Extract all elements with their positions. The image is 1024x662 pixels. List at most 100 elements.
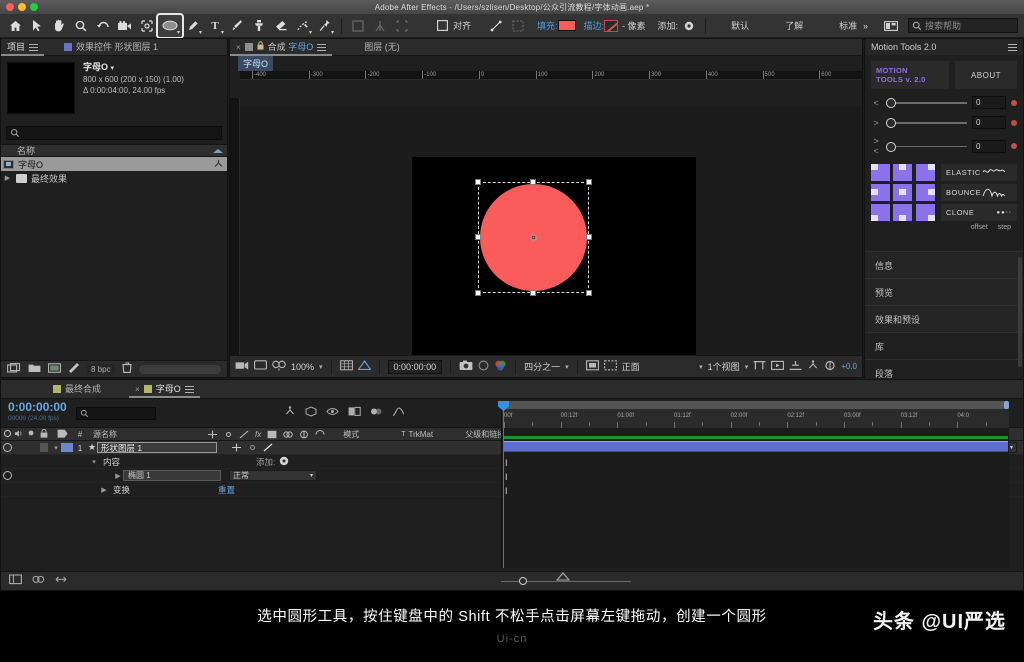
slider-out-indicator[interactable] <box>1011 120 1017 126</box>
work-area-end-handle[interactable] <box>1004 401 1009 409</box>
layer-name-input[interactable]: 形状图层 1 <box>97 442 217 453</box>
pen-tool[interactable]: ▾ <box>182 15 204 37</box>
anchor-middle-center[interactable] <box>893 184 912 201</box>
timeline-search-input[interactable] <box>76 407 156 420</box>
source-name-header[interactable]: 源名称 <box>87 429 207 440</box>
breadcrumb-comp-name[interactable]: 字母O <box>238 56 273 71</box>
timeline-transfer-controls-toggle[interactable] <box>32 572 45 590</box>
view-mode-caret-icon[interactable]: ▾ <box>699 363 703 371</box>
anchor-middle-left[interactable] <box>871 184 890 201</box>
project-item-comp[interactable]: 字母O <box>1 157 227 171</box>
layer-label-color[interactable] <box>61 443 73 452</box>
brush-tool[interactable] <box>226 15 248 37</box>
toggle-transparency-icon[interactable] <box>254 358 267 376</box>
timeline-link-icon[interactable] <box>789 358 802 376</box>
selection-tool[interactable] <box>26 15 48 37</box>
handle-top-center[interactable] <box>530 179 536 185</box>
ellipse-shape-tool[interactable]: ▾ <box>158 15 182 37</box>
handle-top-right[interactable] <box>586 179 592 185</box>
help-search-input[interactable]: 搜索帮助 <box>908 18 1018 33</box>
composition-viewer[interactable] <box>240 107 862 355</box>
layer-lock-toggle[interactable] <box>37 443 51 452</box>
ellipse-visibility-toggle[interactable] <box>1 471 13 480</box>
exposure-value[interactable]: +0.0 <box>841 362 857 371</box>
timeline-tracks-area[interactable]: I I I <box>501 428 1009 568</box>
current-time-display[interactable]: 0:00:00:00 <box>388 360 443 374</box>
close-tab-icon[interactable]: × <box>236 39 241 56</box>
region-of-interest-icon[interactable] <box>358 358 371 376</box>
bit-depth-label[interactable]: 8 bpc <box>87 364 115 375</box>
motion-blur-icon[interactable] <box>370 404 383 422</box>
snapping-toggle-icon[interactable] <box>347 15 369 37</box>
project-item-folder[interactable]: ▶ 最终效果 <box>1 171 227 185</box>
layer-duration-bar[interactable] <box>503 441 1008 452</box>
slider-out-knob[interactable] <box>886 118 896 128</box>
motion-tools-menu-icon[interactable] <box>1008 44 1017 51</box>
slider-in-knob[interactable] <box>886 98 896 108</box>
views-caret-icon[interactable]: ▾ <box>745 363 749 371</box>
layer-expand-arrow[interactable]: ▾ <box>51 444 61 452</box>
slider-offset-in[interactable]: < 0 <box>871 96 1017 109</box>
tab-effect-controls[interactable]: 效果控件 形状图层 1 <box>58 39 164 56</box>
transform-expand-arrow[interactable]: ▶ <box>99 486 109 494</box>
puppet-pin-tool[interactable]: ▾ <box>314 15 336 37</box>
workspace-layout-icon[interactable] <box>880 15 902 37</box>
sort-toggle-icon[interactable] <box>212 147 224 157</box>
folder-expand-arrow[interactable]: ▶ <box>3 174 12 182</box>
tab-project[interactable]: 项目 <box>1 39 44 56</box>
anchor-bottom-center[interactable] <box>893 204 912 221</box>
tab-letter-o-comp[interactable]: × 字母O <box>129 381 200 398</box>
timeline-layer-switches-toggle[interactable] <box>9 572 22 590</box>
about-button[interactable]: ABOUT <box>955 61 1017 89</box>
step-label[interactable]: step <box>998 224 1011 231</box>
layer-switches[interactable] <box>231 443 273 452</box>
hide-shy-layers-icon[interactable] <box>326 404 339 422</box>
slider-out-value[interactable]: 0 <box>972 116 1006 129</box>
project-settings-icon[interactable] <box>48 360 61 378</box>
new-folder-icon[interactable] <box>28 360 41 378</box>
magnification-value[interactable]: 100% <box>291 362 314 372</box>
reset-exposure-icon[interactable] <box>824 358 836 376</box>
slider-in-indicator[interactable] <box>1011 100 1017 106</box>
slider-in-value[interactable]: 0 <box>972 96 1006 109</box>
workspace-overflow-button[interactable]: » <box>863 21 868 31</box>
anchor-point-grid[interactable] <box>871 164 935 221</box>
slider-out-track[interactable] <box>886 118 967 127</box>
layer-video-toggle[interactable] <box>1 443 13 452</box>
bounce-button[interactable]: BOUNCE <box>941 184 1017 201</box>
panel-preview[interactable]: 预览 <box>865 278 1023 305</box>
offset-label[interactable]: offset <box>971 224 988 231</box>
stroke-color-swatch[interactable] <box>604 20 618 32</box>
lock-icon[interactable] <box>257 39 264 56</box>
snapshot-toggle-icon[interactable] <box>272 358 286 376</box>
handle-top-left[interactable] <box>475 179 481 185</box>
views-count-value[interactable]: 1个视图 <box>708 360 740 373</box>
draft-3d-icon[interactable] <box>305 404 317 422</box>
tab-composition[interactable]: × 合成 字母O <box>230 39 332 56</box>
rotation-tool[interactable] <box>92 15 114 37</box>
composition-panel-menu-icon[interactable] <box>317 44 326 51</box>
bounding-box-icon[interactable] <box>507 15 529 37</box>
anchor-top-left[interactable] <box>871 164 890 181</box>
slider-offset-out[interactable]: > 0 <box>871 116 1017 129</box>
add-shape-menu-icon[interactable] <box>279 456 289 468</box>
contents-add-label[interactable]: 添加: <box>256 456 275 468</box>
anchor-top-center[interactable] <box>893 164 912 181</box>
composition-stage[interactable] <box>412 157 696 355</box>
transform-reset-link[interactable]: 重置 <box>218 484 235 496</box>
ellipse-blend-mode-dropdown[interactable]: 正常▾ <box>229 470 317 481</box>
new-comp-icon[interactable] <box>7 360 21 378</box>
stroke-width-label[interactable]: - 像素 <box>622 19 646 32</box>
zoom-tool[interactable] <box>70 15 92 37</box>
tab-layer[interactable]: 图层 (无) <box>358 39 406 56</box>
project-search-input[interactable] <box>6 126 222 140</box>
panel-menu-icon[interactable] <box>29 44 38 51</box>
slider-both-indicator[interactable] <box>1011 143 1017 149</box>
timeline-zoom-out-icon[interactable] <box>556 568 570 586</box>
transparency-grid-icon[interactable] <box>604 358 617 376</box>
graph-editor-icon[interactable] <box>392 404 405 422</box>
fast-preview-icon[interactable] <box>771 358 784 376</box>
enable-frame-blending-icon[interactable] <box>348 404 361 422</box>
project-scrollbar[interactable] <box>139 365 221 374</box>
handle-middle-right[interactable] <box>586 234 592 240</box>
